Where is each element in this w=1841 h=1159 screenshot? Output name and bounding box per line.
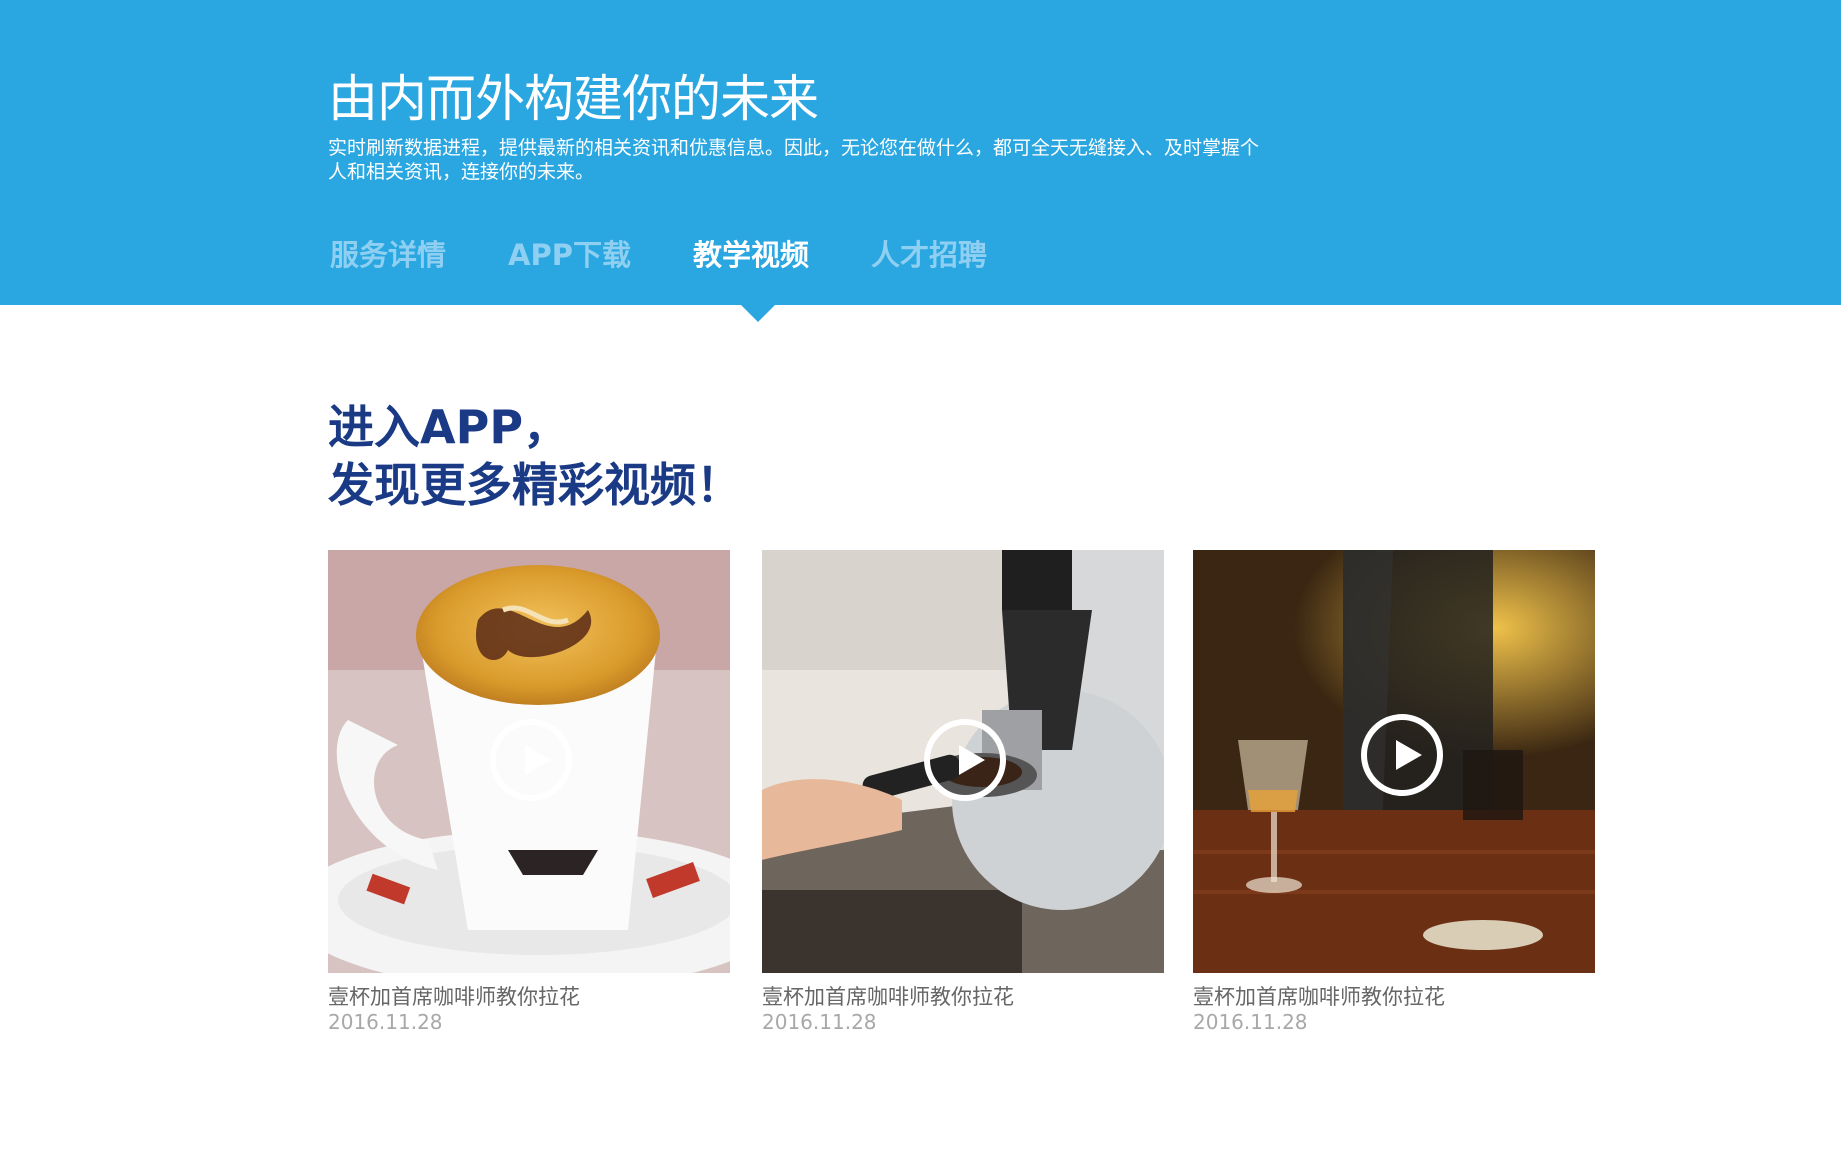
nav-item-tutorial-videos[interactable]: 教学视频 <box>693 232 809 274</box>
video-card-3[interactable]: 壹杯加首席咖啡师教你拉花 2016.11.28 <box>1193 550 1595 1034</box>
video-card-1[interactable]: 壹杯加首席咖啡师教你拉花 2016.11.28 <box>328 550 730 1034</box>
video-date: 2016.11.28 <box>762 1010 877 1034</box>
play-icon[interactable] <box>490 719 572 801</box>
nav-item-app-download[interactable]: APP下载 <box>508 232 631 274</box>
video-title[interactable]: 壹杯加首席咖啡师教你拉花 <box>1193 985 1595 1010</box>
nav-item-service-details[interactable]: 服务详情 <box>330 232 446 274</box>
video-title[interactable]: 壹杯加首席咖啡师教你拉花 <box>762 985 1164 1010</box>
nav-item-careers[interactable]: 人才招聘 <box>871 232 987 274</box>
video-date: 2016.11.28 <box>328 1010 443 1034</box>
play-icon[interactable] <box>924 719 1006 801</box>
page-title: 由内而外构建你的未来 <box>328 70 819 128</box>
page-header: 由内而外构建你的未来 实时刷新数据进程，提供最新的相关资讯和优惠信息。因此，无论… <box>0 0 1841 305</box>
video-card-2[interactable]: 壹杯加首席咖啡师教你拉花 2016.11.28 <box>762 550 1164 1034</box>
promo-line-2: 发现更多精彩视频！ <box>328 458 742 512</box>
promo-line-1: 进入APP， <box>328 400 570 454</box>
video-date: 2016.11.28 <box>1193 1010 1308 1034</box>
play-icon[interactable] <box>1361 714 1443 796</box>
active-tab-pointer <box>740 304 776 322</box>
video-thumbnail-latte-art[interactable] <box>328 550 730 973</box>
promo-heading: 进入APP， 发现更多精彩视频！ <box>328 398 742 514</box>
video-thumbnail-wine-glass[interactable] <box>1193 550 1595 973</box>
header-description: 实时刷新数据进程，提供最新的相关资讯和优惠信息。因此，无论您在做什么，都可全天无… <box>328 137 1260 183</box>
main-nav: 服务详情 APP下载 教学视频 人才招聘 <box>330 232 1049 274</box>
video-title[interactable]: 壹杯加首席咖啡师教你拉花 <box>328 985 730 1010</box>
video-thumbnail-espresso-grinder[interactable] <box>762 550 1164 973</box>
